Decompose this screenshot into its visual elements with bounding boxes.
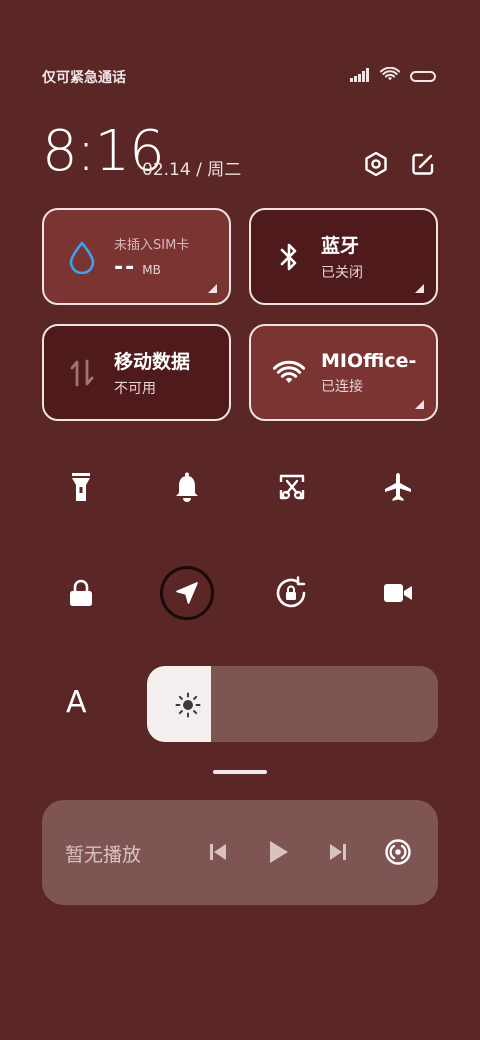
location-icon bbox=[176, 582, 198, 604]
bluetooth-title: 蓝牙 bbox=[321, 235, 360, 257]
wifi-tile[interactable]: MIOffice- 已连接 bbox=[249, 324, 438, 421]
sim-status-label: 未插入SIM卡 bbox=[114, 237, 190, 253]
bluetooth-status: 已关闭 bbox=[321, 265, 363, 281]
expand-corner-icon bbox=[208, 284, 217, 293]
bluetooth-tile[interactable]: 蓝牙 已关闭 bbox=[249, 208, 438, 305]
previous-icon bbox=[210, 844, 226, 860]
settings-icon bbox=[365, 151, 387, 177]
wifi-status: 已连接 bbox=[321, 378, 363, 395]
data-usage-unit: MB bbox=[142, 262, 161, 277]
data-usage-tile[interactable]: 未插入SIM卡 -- MB bbox=[42, 208, 231, 305]
screen-lock-toggle[interactable] bbox=[56, 568, 106, 618]
date-weekday: 02.14 / 周二 bbox=[142, 160, 242, 180]
panel-drag-handle[interactable] bbox=[213, 770, 267, 774]
screenshot-toggle[interactable] bbox=[267, 462, 317, 512]
sun-icon bbox=[175, 692, 201, 722]
rotation-lock-toggle[interactable] bbox=[267, 568, 317, 618]
play-button[interactable] bbox=[262, 836, 294, 868]
cast-button[interactable] bbox=[382, 836, 414, 868]
battery-icon bbox=[410, 71, 436, 82]
mobile-data-tile[interactable]: 移动数据 不可用 bbox=[42, 324, 231, 421]
location-toggle[interactable] bbox=[160, 566, 214, 620]
airplane-toggle[interactable] bbox=[373, 462, 423, 512]
previous-button[interactable] bbox=[202, 836, 234, 868]
edit-button[interactable] bbox=[408, 149, 438, 179]
airplane-icon bbox=[385, 473, 411, 501]
brightness-slider[interactable] bbox=[147, 666, 438, 742]
auto-brightness-button[interactable]: A bbox=[66, 685, 87, 720]
data-usage-value: -- bbox=[114, 254, 137, 280]
edit-icon bbox=[412, 153, 434, 175]
flashlight-toggle[interactable] bbox=[56, 462, 106, 512]
signal-icon bbox=[350, 67, 370, 86]
bluetooth-icon bbox=[261, 240, 317, 274]
settings-button[interactable] bbox=[361, 149, 391, 179]
rotation-lock-icon bbox=[276, 576, 306, 608]
wifi-network-name: MIOffice- bbox=[321, 349, 417, 372]
flashlight-icon bbox=[72, 473, 90, 501]
media-title: 暂无播放 bbox=[65, 844, 142, 866]
play-icon bbox=[270, 841, 288, 863]
system-icons bbox=[350, 66, 436, 86]
cast-icon bbox=[385, 839, 411, 865]
mobile-data-title: 移动数据 bbox=[114, 351, 191, 373]
next-button[interactable] bbox=[322, 836, 354, 868]
wifi-icon bbox=[379, 66, 401, 86]
arrows-updown-icon bbox=[54, 357, 110, 389]
bell-icon bbox=[176, 472, 198, 502]
expand-corner-icon bbox=[415, 284, 424, 293]
wifi-icon bbox=[261, 360, 317, 386]
expand-corner-icon bbox=[415, 400, 424, 409]
lock-icon bbox=[70, 579, 92, 606]
screenshot-icon bbox=[279, 474, 305, 500]
screen-record-toggle[interactable] bbox=[373, 568, 423, 618]
video-camera-icon bbox=[384, 584, 412, 602]
next-icon bbox=[330, 844, 346, 860]
media-player-card: 暂无播放 bbox=[42, 800, 438, 905]
carrier-status: 仅可紧急通话 bbox=[42, 70, 126, 86]
mobile-data-status: 不可用 bbox=[114, 381, 156, 397]
ringer-toggle[interactable] bbox=[162, 462, 212, 512]
water-drop-icon bbox=[54, 240, 110, 274]
